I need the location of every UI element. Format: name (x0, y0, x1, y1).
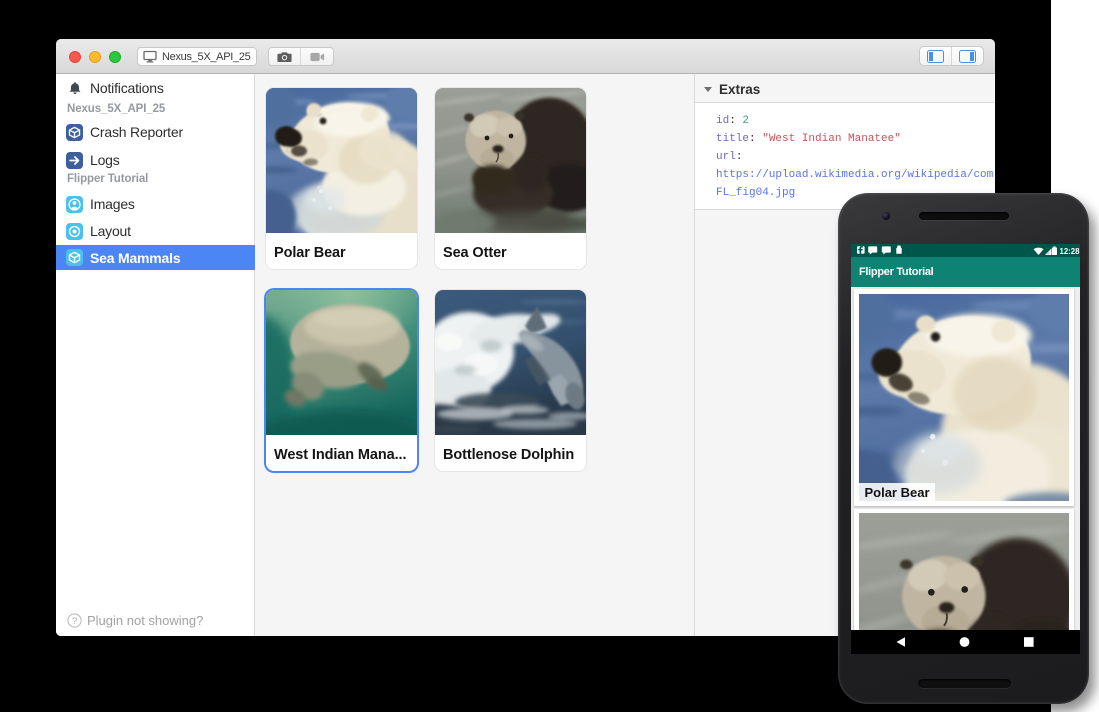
svg-text:?: ? (72, 615, 77, 626)
svg-text:12:28: 12:28 (1060, 247, 1081, 256)
